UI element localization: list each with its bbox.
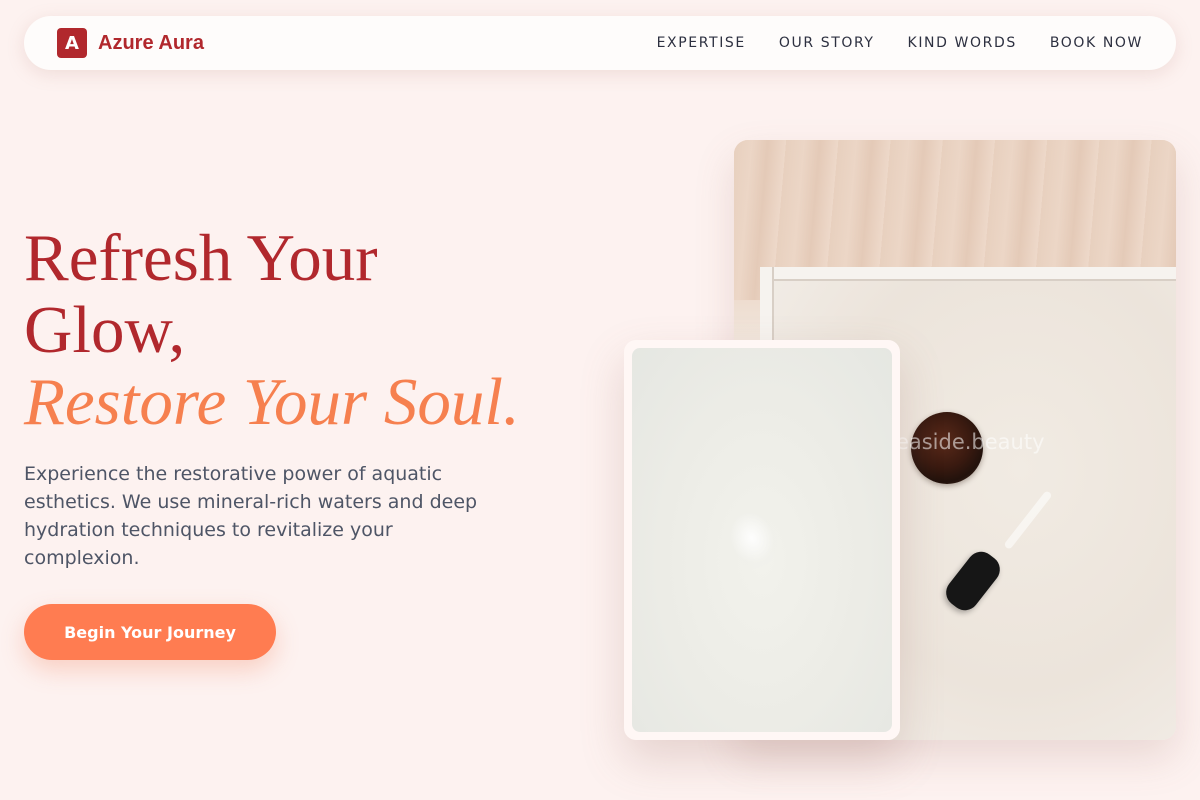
brand-logo-link[interactable]: A Azure Aura [57,28,204,58]
brand-name: Azure Aura [98,31,204,54]
hero-title-line1: Refresh Your [24,221,378,295]
tray-rim [760,267,1176,281]
hero-inset-photo [624,340,900,740]
hero-title-line2: Glow, [24,293,186,367]
cream-smear [718,501,786,575]
nav-links: EXPERTISE OUR STORY KIND WORDS BOOK NOW [657,35,1143,51]
nav-link-our-story[interactable]: OUR STORY [779,35,875,51]
page: A Azure Aura EXPERTISE OUR STORY KIND WO… [0,0,1200,800]
hero-title: Refresh Your Glow, Restore Your Soul. [24,222,604,438]
brand-mark-icon: A [57,28,87,58]
hero-title-accent: Restore Your Soul. [24,365,520,439]
top-navbar: A Azure Aura EXPERTISE OUR STORY KIND WO… [24,16,1176,70]
nav-link-book-now[interactable]: BOOK NOW [1050,35,1143,51]
begin-journey-button[interactable]: Begin Your Journey [24,604,276,660]
cream-texture-image [632,348,892,732]
hero-description: Experience the restorative power of aqua… [24,463,478,569]
nav-link-expertise[interactable]: EXPERTISE [657,35,746,51]
nav-link-kind-words[interactable]: KIND WORDS [908,35,1017,51]
